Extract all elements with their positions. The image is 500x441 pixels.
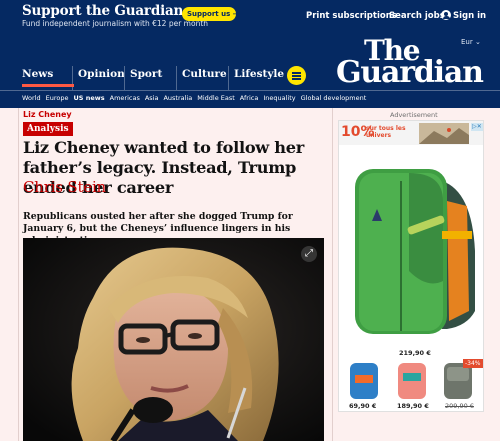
advertisement[interactable]: 10% sur tous les univers ▷✕ 219,90 € -34… — [338, 120, 484, 412]
ad-price-1: 69,90 € — [349, 402, 377, 410]
subnav-asia[interactable]: Asia — [145, 94, 159, 102]
active-pillar-indicator — [22, 84, 74, 87]
pillar-opinion[interactable]: Opinion — [72, 66, 125, 90]
subnav-global-development[interactable]: Global development — [301, 94, 367, 102]
support-banner: Support the Guardian Fund independent jo… — [0, 0, 500, 32]
adchoices-icon[interactable]: ▷✕ — [471, 123, 483, 131]
support-us-button[interactable]: Support us → — [182, 7, 239, 21]
ad-discount-badge: -34% — [463, 359, 483, 368]
backpack-blue-image — [350, 363, 378, 399]
support-subtitle: Fund independent journalism with €12 per… — [22, 19, 209, 28]
advertisement-label: Advertisement — [390, 111, 438, 119]
column-divider-right — [332, 108, 333, 441]
ad-main-price: 219,90 € — [399, 349, 431, 357]
support-title: Support the Guardian — [22, 3, 184, 19]
pillar-culture[interactable]: Culture — [176, 66, 227, 90]
backpack-pink-image — [398, 363, 426, 399]
logo-line-2: Guardian — [336, 55, 484, 90]
subnav-americas[interactable]: Americas — [110, 94, 140, 102]
subnav-us-news[interactable]: US news — [74, 94, 105, 102]
pillar-lifestyle[interactable]: Lifestyle — [228, 66, 284, 90]
edition-selector[interactable]: Eur ⌄ — [461, 38, 481, 46]
ad-price-2: 189,90 € — [397, 402, 429, 410]
article-byline[interactable]: Chris Stein — [23, 178, 106, 196]
search-jobs-link[interactable]: Search jobs — [389, 11, 445, 21]
pillar-sport[interactable]: Sport — [124, 66, 162, 90]
expand-image-icon[interactable]: ⤢ — [301, 246, 317, 262]
article-kicker[interactable]: Liz Cheney — [23, 110, 72, 119]
ad-promo-text: sur tous les univers — [366, 125, 406, 139]
portrait-illustration — [23, 238, 324, 441]
user-icon[interactable] — [441, 10, 451, 20]
sub-navigation: World Europe US news Americas Asia Austr… — [0, 90, 500, 108]
subnav-inequality[interactable]: Inequality — [263, 94, 295, 102]
article-label: Analysis — [23, 122, 73, 136]
menu-button[interactable] — [287, 66, 306, 85]
subnav-middle-east[interactable]: Middle East — [197, 94, 235, 102]
print-subscriptions-link[interactable]: Print subscriptions — [306, 11, 397, 21]
backpack-main-image — [355, 169, 475, 334]
subnav-europe[interactable]: Europe — [46, 94, 69, 102]
subnav-world[interactable]: World — [22, 94, 41, 102]
article-main-image: ⤢ — [23, 238, 324, 441]
masthead: Eur ⌄ The Guardian News Opinion Sport Cu… — [0, 32, 500, 108]
column-divider-left — [18, 108, 19, 441]
ad-banner: 10% sur tous les univers ▷✕ — [339, 121, 483, 145]
subnav-africa[interactable]: Africa — [240, 94, 259, 102]
sign-in-link[interactable]: Sign in — [453, 11, 486, 21]
ad-hiker-image — [419, 123, 469, 144]
subnav-australia[interactable]: Australia — [163, 94, 192, 102]
ad-price-3: 209,90 € — [445, 402, 474, 410]
